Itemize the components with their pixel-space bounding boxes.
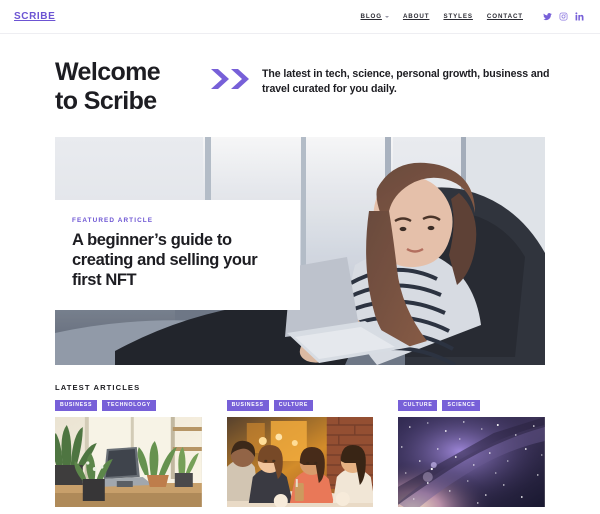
chevron-down-icon (384, 16, 389, 18)
tag-business[interactable]: BUSINESS (226, 400, 269, 412)
article-image-plants-desk (55, 417, 202, 508)
hero-title-line-1: Welcome (55, 58, 161, 86)
article-tags: BUSINESS TECHNOLOGY (55, 400, 202, 412)
article-tags: CULTURE SCIENCE (398, 400, 545, 412)
social-links (543, 12, 584, 21)
hero-tagline-block: The latest in tech, science, personal gr… (210, 67, 554, 98)
featured-article-kicker: FEATURED ARTICLE (72, 217, 154, 224)
twitter-icon[interactable] (543, 12, 552, 21)
tag-culture[interactable]: CULTURE (273, 400, 314, 412)
site-logo[interactable]: SCRIBE (14, 11, 55, 22)
tag-business[interactable]: BUSINESS (55, 400, 98, 412)
article-image-galaxy (398, 417, 545, 508)
nav-item-blog[interactable]: BLOG (360, 13, 389, 20)
nav-item-contact[interactable]: CONTACT (487, 13, 523, 20)
featured-article-card[interactable]: FEATURED ARTICLE A beginner’s guide to c… (55, 200, 300, 311)
main-navigation: BLOG ABOUT STYLES CONTACT (360, 12, 584, 21)
list-item[interactable]: CULTURE SCIENCE (398, 400, 545, 508)
nav-item-styles-label: STYLES (443, 13, 473, 20)
nav-item-about-label: ABOUT (402, 13, 430, 20)
tag-technology[interactable]: TECHNOLOGY (102, 400, 156, 412)
page-title: Welcome to Scribe (55, 58, 210, 116)
featured-article[interactable]: FEATURED ARTICLE A beginner’s guide to c… (55, 137, 545, 365)
latest-articles-grid: BUSINESS TECHNOLOGY BUSINESS CULTURE CUL… (55, 400, 545, 508)
latest-articles-heading: LATEST ARTICLES (55, 383, 141, 392)
featured-article-title: A beginner’s guide to creating and selli… (72, 231, 258, 289)
hero-tagline-text: The latest in tech, science, personal gr… (262, 68, 550, 96)
tag-culture[interactable]: CULTURE (398, 400, 438, 412)
article-tags: BUSINESS CULTURE (226, 400, 374, 412)
nav-item-styles[interactable]: STYLES (443, 13, 472, 20)
tag-science[interactable]: SCIENCE (442, 400, 481, 412)
nav-item-blog-label: BLOG (360, 13, 382, 20)
article-image-cafe-friends (226, 417, 374, 508)
hero-section: Welcome to Scribe The latest in tech, sc… (0, 34, 600, 116)
site-header: SCRIBE BLOG ABOUT STYLES CONTACT (0, 0, 600, 34)
double-chevron-right-icon (210, 68, 252, 90)
list-item[interactable]: BUSINESS CULTURE (226, 400, 374, 508)
linkedin-icon[interactable] (575, 12, 584, 21)
instagram-icon[interactable] (559, 12, 568, 21)
nav-item-about[interactable]: ABOUT (403, 13, 430, 20)
nav-item-contact-label: CONTACT (486, 13, 523, 20)
list-item[interactable]: BUSINESS TECHNOLOGY (55, 400, 202, 508)
hero-title-line-2: to Scribe (55, 87, 157, 115)
